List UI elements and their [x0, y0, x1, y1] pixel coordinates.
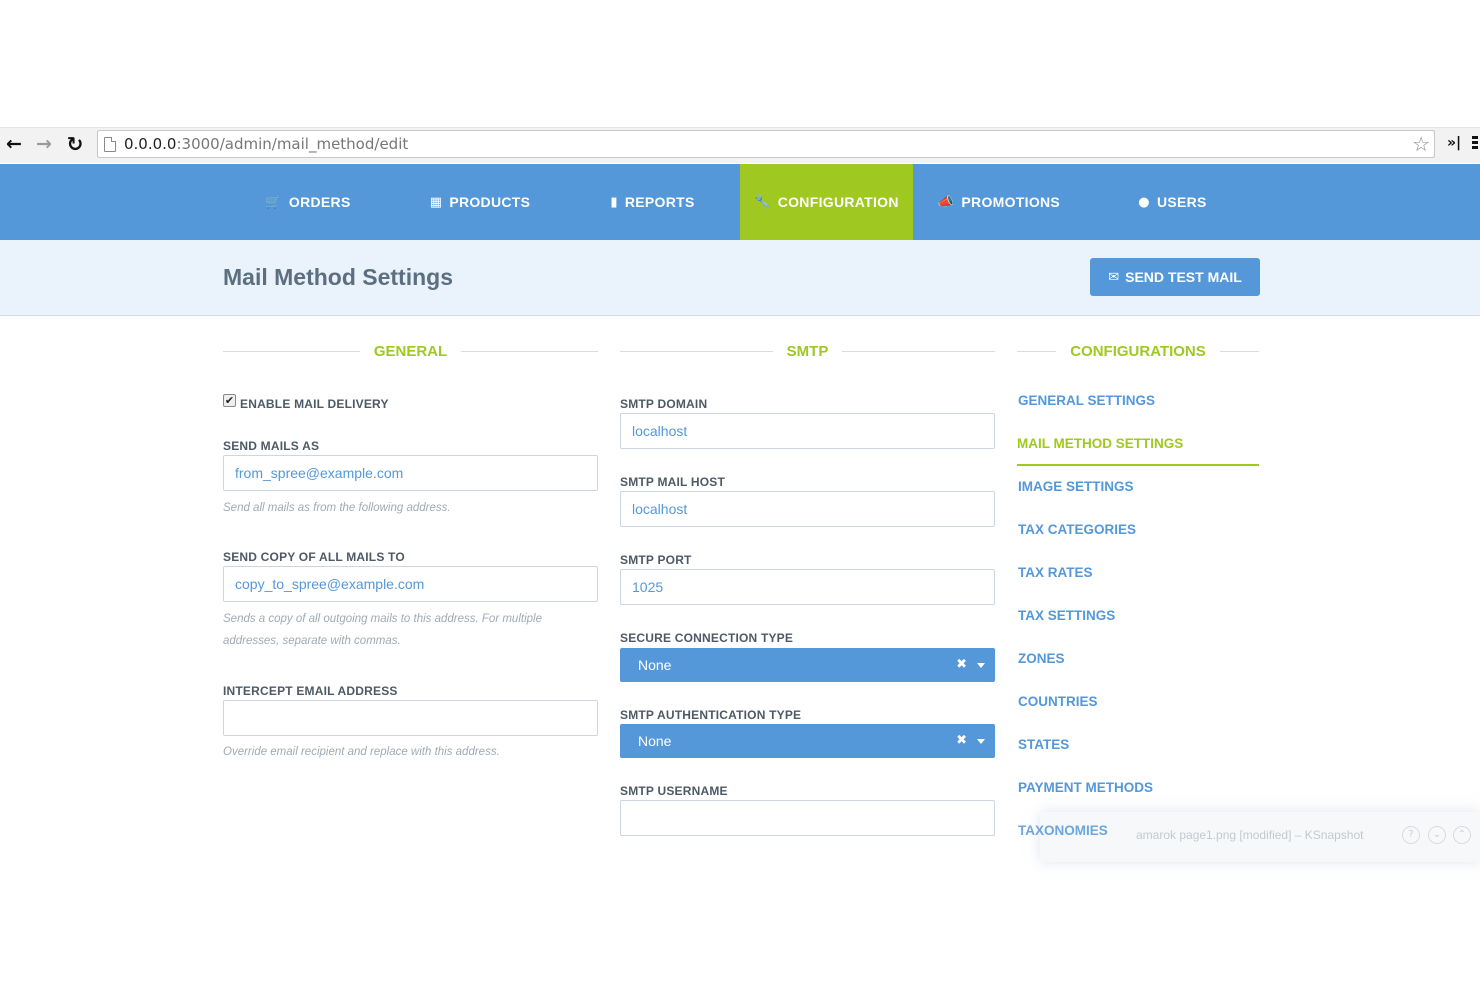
notification-text: amarok page1.png [modified] – KSnapshot [1136, 828, 1364, 842]
secure-connection-type-value: None [638, 657, 672, 673]
config-link-countries[interactable]: COUNTRIES [1018, 694, 1098, 709]
send-mails-as-input[interactable] [223, 455, 598, 491]
smtp-section: SMTP SMTP DOMAIN SMTP MAIL HOST SMTP POR… [620, 340, 995, 836]
smtp-mail-host-input[interactable] [620, 491, 995, 527]
smtp-domain-label: SMTP DOMAIN [620, 397, 708, 411]
intercept-email-label: INTERCEPT EMAIL ADDRESS [223, 684, 398, 698]
send-copy-help-line-2: addresses, separate with commas. [223, 635, 401, 647]
page-icon [104, 136, 116, 152]
config-link-tax-settings[interactable]: TAX SETTINGS [1018, 608, 1115, 623]
bullhorn-icon: 📣 [937, 194, 955, 210]
envelope-icon: ✉ [1108, 269, 1120, 285]
extension-icon[interactable]: »| [1447, 135, 1461, 151]
browser-toolbar: ← → ↻ 0.0.0.0:3000/admin/mail_method/edi… [0, 127, 1480, 163]
config-link-tax-rates[interactable]: TAX RATES [1018, 565, 1093, 580]
configurations-heading: CONFIGURATIONS [1017, 340, 1259, 364]
smtp-domain-input[interactable] [620, 413, 995, 449]
tab-products[interactable]: ▦ PRODUCTS [415, 164, 545, 240]
secure-connection-type-label: SECURE CONNECTION TYPE [620, 631, 794, 645]
browser-menu-icon[interactable] [1472, 136, 1478, 152]
forward-arrow-icon[interactable]: → [33, 133, 55, 155]
clear-selection-icon[interactable]: ✖ [956, 657, 967, 672]
reload-icon[interactable]: ↻ [64, 133, 86, 155]
send-mails-as-help: Send all mails as from the following add… [223, 502, 451, 514]
smtp-port-label: SMTP PORT [620, 553, 692, 567]
tab-label: PRODUCTS [449, 194, 531, 210]
tab-orders[interactable]: 🛒 ORDERS [248, 164, 368, 240]
admin-main-nav: 🛒 ORDERS ▦ PRODUCTS ▮ REPORTS 🔧 CONFIGURATIO… [0, 164, 1480, 247]
send-test-mail-button[interactable]: ✉ SEND TEST MAIL [1090, 258, 1260, 296]
general-section: GENERAL ✔ ENABLE MAIL DELIVERY SEND MAIL… [223, 340, 598, 758]
config-link-tax-categories[interactable]: TAX CATEGORIES [1018, 522, 1136, 537]
smtp-port-input[interactable] [620, 569, 995, 605]
tab-users[interactable]: ● USERS [1120, 164, 1225, 240]
bookmark-star-icon[interactable]: ☆ [1412, 132, 1430, 156]
url-path: :3000/admin/mail_method/edit [176, 135, 409, 153]
tab-promotions[interactable]: 📣 PROMOTIONS [925, 164, 1073, 240]
config-link-payment-methods[interactable]: PAYMENT METHODS [1018, 780, 1153, 795]
maximize-icon[interactable]: ⌃ [1453, 826, 1471, 844]
config-link-states[interactable]: STATES [1018, 737, 1069, 752]
send-test-mail-label: SEND TEST MAIL [1125, 269, 1242, 285]
active-link-underline [1017, 464, 1259, 466]
chevron-down-icon[interactable] [977, 739, 985, 744]
smtp-username-input[interactable] [620, 800, 995, 836]
back-arrow-icon[interactable]: ← [3, 133, 25, 155]
smtp-username-label: SMTP USERNAME [620, 784, 728, 798]
configurations-sidebar: CONFIGURATIONS GENERAL SETTINGS MAIL MET… [1017, 340, 1259, 795]
tab-configuration[interactable]: 🔧 CONFIGURATION [740, 164, 913, 247]
smtp-heading: SMTP [620, 340, 995, 364]
address-bar[interactable]: 0.0.0.0:3000/admin/mail_method/edit ☆ [97, 130, 1435, 158]
config-link-image-settings[interactable]: IMAGE SETTINGS [1018, 479, 1134, 494]
enable-mail-delivery-checkbox[interactable]: ✔ [223, 394, 236, 407]
send-mails-as-label: SEND MAILS AS [223, 439, 320, 453]
tab-reports[interactable]: ▮ REPORTS [595, 164, 710, 240]
config-link-taxonomies[interactable]: TAXONOMIES [1018, 823, 1108, 838]
wrench-icon: 🔧 [754, 194, 771, 210]
intercept-email-help: Override email recipient and replace wit… [223, 746, 500, 758]
tab-label: ORDERS [288, 194, 351, 210]
user-icon: ● [1138, 194, 1150, 210]
enable-mail-delivery-label: ENABLE MAIL DELIVERY [240, 397, 389, 411]
config-link-zones[interactable]: ZONES [1018, 651, 1065, 666]
smtp-authentication-type-label: SMTP AUTHENTICATION TYPE [620, 708, 802, 722]
smtp-mail-host-label: SMTP MAIL HOST [620, 475, 726, 489]
tab-label: PROMOTIONS [961, 194, 1061, 210]
general-heading: GENERAL [223, 340, 598, 364]
send-copy-label: SEND COPY OF ALL MAILS TO [223, 550, 405, 564]
smtp-authentication-type-select[interactable]: None ✖ [620, 724, 995, 758]
help-icon[interactable]: ? [1402, 826, 1420, 844]
config-link-general-settings[interactable]: GENERAL SETTINGS [1018, 393, 1155, 408]
tab-label: CONFIGURATION [777, 194, 899, 210]
chevron-down-icon[interactable] [977, 663, 985, 668]
clear-selection-icon[interactable]: ✖ [956, 733, 967, 748]
send-copy-help-line-1: Sends a copy of all outgoing mails to th… [223, 613, 542, 625]
send-copy-input[interactable] [223, 566, 598, 602]
config-link-mail-method-settings[interactable]: MAIL METHOD SETTINGS [1017, 436, 1183, 451]
page-title: Mail Method Settings [223, 264, 453, 290]
secure-connection-type-select[interactable]: None ✖ [620, 648, 995, 682]
tab-label: REPORTS [624, 194, 695, 210]
smtp-authentication-type-value: None [638, 733, 672, 749]
shopping-cart-icon: 🛒 [265, 194, 282, 210]
tab-label: USERS [1156, 194, 1207, 210]
minimize-icon[interactable]: ⌄ [1428, 826, 1446, 844]
intercept-email-input[interactable] [223, 700, 598, 736]
url-host: 0.0.0.0 [124, 135, 177, 153]
file-icon: ▮ [610, 194, 618, 210]
page-header: Mail Method Settings ✉ SEND TEST MAIL [0, 240, 1480, 316]
th-large-icon: ▦ [429, 194, 443, 210]
